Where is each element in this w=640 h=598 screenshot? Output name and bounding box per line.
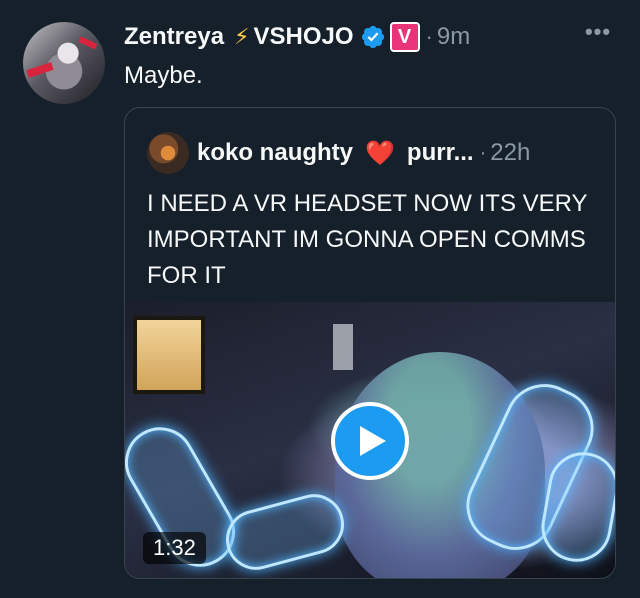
tweet-text: Maybe. (124, 62, 203, 89)
lightning-bolt-emoji: ⚡ (234, 24, 250, 49)
play-button[interactable] (331, 402, 409, 480)
more-options-icon[interactable]: ••• (583, 21, 613, 48)
vshojo-affiliate-badge-icon[interactable]: V (389, 22, 420, 52)
video-frame-window (333, 324, 353, 370)
video-duration-badge: 1:32 (143, 532, 206, 564)
quoted-tweet-text: I NEED A VR HEADSET NOW ITS VERY IMPORTA… (147, 190, 588, 289)
video-frame-window (133, 316, 205, 394)
video-player[interactable]: 1:32 (125, 302, 615, 578)
author-org-name[interactable]: VSHOJO (254, 23, 354, 51)
quoted-tweet-header: koko naughty ❤️ purr... · 22h (197, 136, 530, 170)
heart-emoji: ❤️ (365, 139, 395, 167)
separator-dot: · (425, 24, 433, 49)
author-avatar[interactable] (23, 22, 105, 104)
play-icon (360, 426, 386, 456)
quoted-author-handle[interactable]: purr... (407, 139, 474, 167)
quoted-author-avatar[interactable] (147, 132, 189, 174)
verified-badge-icon (361, 25, 384, 49)
author-name[interactable]: Zentreya (124, 23, 224, 51)
tweet-timestamp[interactable]: 9m (437, 23, 470, 51)
tweet-header: Zentreya ⚡ VSHOJO V · 9m (124, 20, 470, 54)
quoted-author-name[interactable]: koko naughty (197, 139, 353, 167)
separator-dot: · (479, 141, 487, 164)
quoted-tweet-timestamp[interactable]: 22h (490, 139, 530, 167)
video-frame-hand (219, 487, 351, 577)
quoted-tweet[interactable]: koko naughty ❤️ purr... · 22h I NEED A V… (124, 107, 616, 579)
